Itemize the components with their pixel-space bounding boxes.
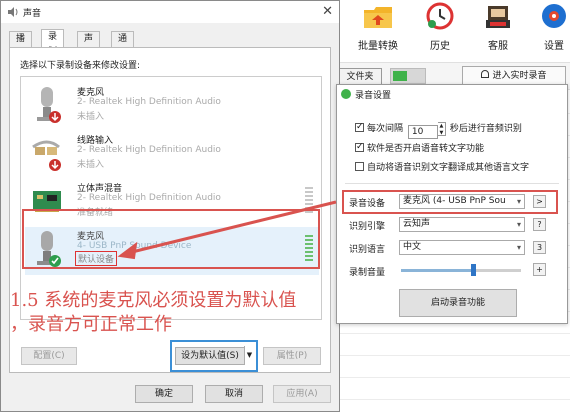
engine-select[interactable]: 云知声 ▾	[399, 217, 525, 232]
auto-translate-label: 自动将语音识别文字翻译成其他语言文字	[367, 163, 530, 173]
device-item-mic-realtek[interactable]: 麦克风 2- Realtek High Definition Audio 未插入	[25, 83, 319, 129]
recording-settings-dialog: 录音设置 每次间隔 10▲▼秒后进行音频识别 软件是否开启语音转文字功能 自动将…	[336, 84, 568, 324]
cancel-button[interactable]: 取消	[205, 385, 263, 403]
instruction-text: 选择以下录制设备来修改设置:	[20, 61, 141, 71]
interval-prefix: 每次间隔	[367, 124, 404, 134]
interval-checkbox[interactable]	[355, 121, 364, 133]
auto-start-label: 软件是否开启语音转文字功能	[367, 144, 485, 154]
microphone-icon	[37, 87, 61, 123]
settings-button[interactable]: 设置	[526, 2, 570, 52]
auto-translate-checkbox[interactable]	[355, 162, 364, 171]
device-list: 麦克风 2- Realtek High Definition Audio 未插入…	[20, 76, 322, 320]
tab-sounds[interactable]: 声音	[77, 31, 101, 59]
headset-icon	[481, 70, 490, 78]
set-default-highlight	[170, 340, 258, 372]
sound-titlebar: 声音 ✕	[1, 1, 339, 23]
device-status: 未插入	[77, 160, 105, 170]
tab-recording[interactable]: 录制	[41, 29, 65, 57]
folder-icon	[364, 7, 392, 28]
engine-value: 云知声	[403, 219, 431, 229]
volume-label: 录制音量	[349, 268, 386, 278]
properties-button[interactable]: 属性(P)	[263, 347, 321, 365]
engine-label: 识别引擎	[349, 222, 386, 232]
device-status: 未插入	[77, 112, 105, 122]
interval-spinner[interactable]: ▲ ▼	[437, 122, 446, 136]
close-icon[interactable]: ✕	[322, 4, 333, 19]
realtime-record-button[interactable]: 进入实时录音	[462, 66, 566, 86]
history-button[interactable]: 历史	[412, 2, 468, 52]
volume-thumb[interactable]	[471, 264, 476, 276]
default-device-highlight	[22, 209, 320, 269]
recording-settings-titlebar: 录音设置	[337, 85, 567, 103]
settings-icon	[542, 4, 566, 28]
background-toolbar: 批量转换 历史 客服 设置	[330, 0, 570, 52]
ok-button[interactable]: 确定	[135, 385, 193, 403]
annotation-line-2: ，录音方可正常工作	[10, 314, 172, 335]
device-description: 2- Realtek High Definition Audio	[77, 97, 221, 107]
clock-icon	[426, 2, 454, 30]
tab-playback[interactable]: 播放	[9, 31, 33, 59]
status-toggle[interactable]	[390, 68, 426, 84]
language-value: 中文	[403, 242, 422, 252]
app-icon	[341, 89, 351, 99]
auto-translate-row: 自动将语音识别文字翻译成其他语言文字	[355, 162, 529, 176]
start-recording-button[interactable]: 启动录音功能	[399, 289, 517, 317]
interval-input[interactable]: 10	[407, 125, 438, 139]
chevron-down-icon: ▾	[516, 243, 521, 252]
volume-slider[interactable]	[401, 264, 521, 276]
device-description: 2- Realtek High Definition Audio	[77, 193, 221, 203]
interval-suffix: 秒后进行音频识别	[449, 124, 522, 134]
support-button[interactable]: 客服	[470, 2, 526, 52]
divider	[345, 183, 559, 184]
chevron-down-icon: ▾	[516, 220, 521, 229]
device-item-line-in[interactable]: 线路输入 2- Realtek High Definition Audio 未插…	[25, 131, 319, 177]
language-select[interactable]: 中文 ▾	[399, 240, 525, 255]
volume-plus-button[interactable]: +	[533, 263, 546, 276]
auto-start-row: 软件是否开启语音转文字功能	[355, 141, 485, 157]
language-label: 识别语言	[349, 245, 386, 255]
batch-convert-label: 批量转换	[358, 41, 398, 52]
volume-fill	[401, 269, 473, 272]
support-label: 客服	[488, 41, 508, 52]
settings-label: 设置	[544, 41, 564, 52]
realtime-record-label: 进入实时录音	[492, 71, 547, 81]
engine-help-button[interactable]: ?	[533, 218, 546, 231]
line-in-icon	[32, 140, 61, 171]
tab-communications[interactable]: 通信	[111, 31, 135, 59]
recording-settings-title: 录音设置	[355, 91, 392, 101]
language-button[interactable]: 3	[533, 241, 546, 254]
auto-start-checkbox[interactable]	[355, 141, 364, 153]
recording-device-highlight	[342, 190, 558, 214]
annotation-line-1: 1.5 系统的麦克风必须设置为默认值	[10, 290, 297, 311]
interval-row: 每次间隔 10▲▼秒后进行音频识别	[355, 121, 522, 139]
apply-button[interactable]: 应用(A)	[273, 385, 331, 403]
configure-button[interactable]: 配置(C)	[21, 347, 77, 365]
support-icon	[486, 6, 510, 28]
sound-title: 声音	[23, 9, 42, 19]
speaker-icon	[8, 7, 18, 17]
history-label: 历史	[430, 41, 450, 52]
batch-convert-button[interactable]: 批量转换	[350, 2, 406, 52]
device-description: 2- Realtek High Definition Audio	[77, 145, 221, 155]
